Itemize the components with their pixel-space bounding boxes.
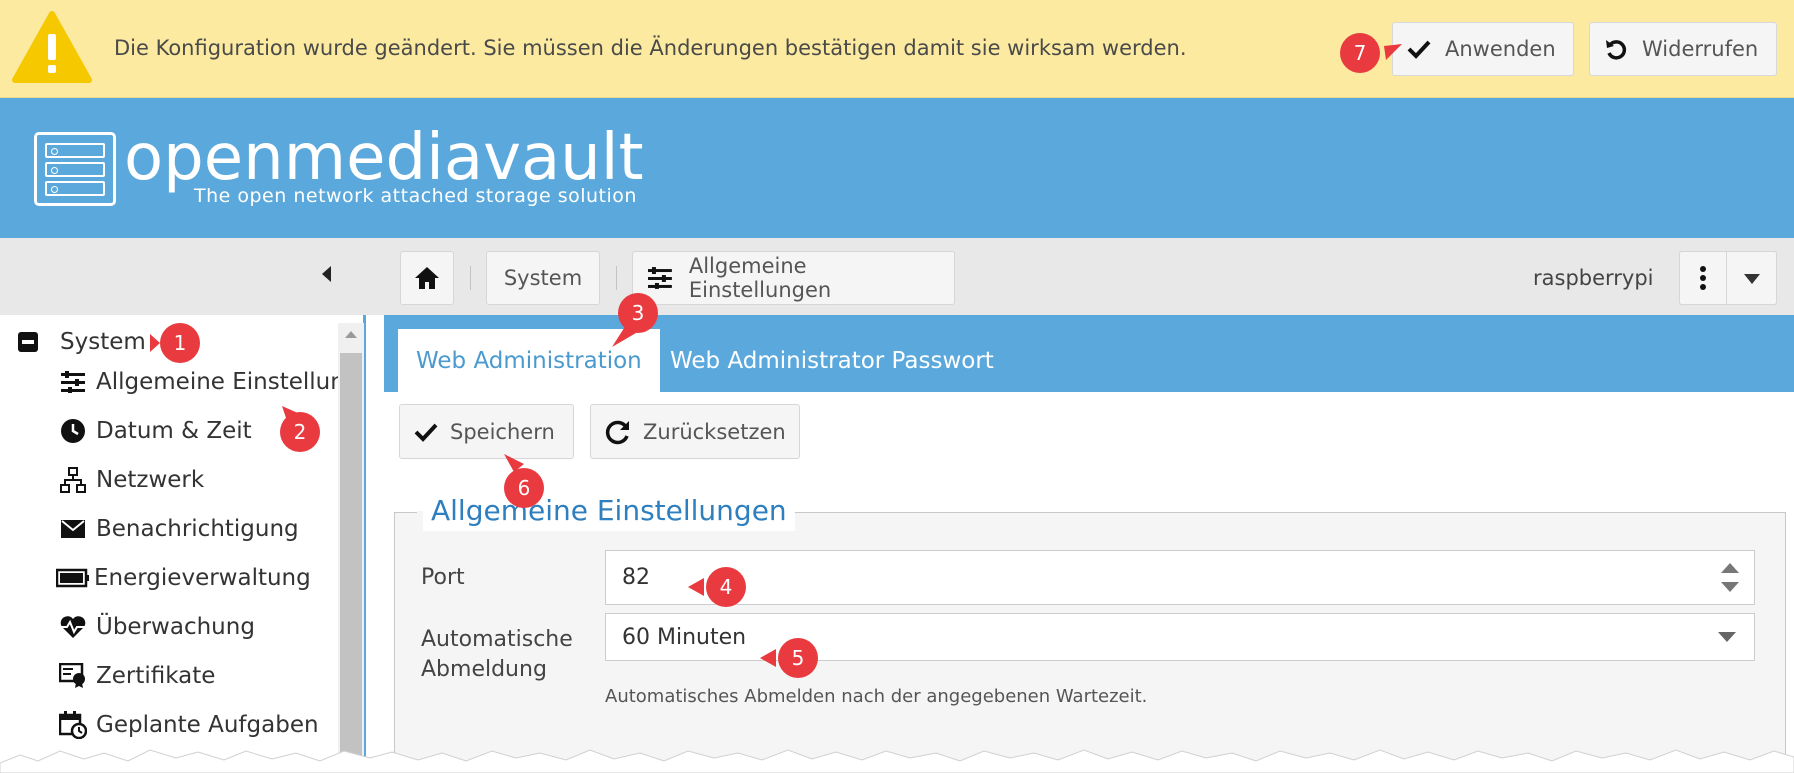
sidebar-item-label: Überwachung: [96, 614, 255, 640]
sidebar-item-power[interactable]: Energieverwaltung: [56, 563, 311, 593]
breadcrumb-settings-label: Allgemeine Einstellungen: [688, 254, 832, 302]
sidebar-item-label: Allgemeine Einstellung: [96, 369, 360, 395]
port-label: Port: [421, 565, 465, 590]
sidebar-item-label: Geplante Aufgaben: [96, 712, 319, 738]
sidebar-root-label: System: [60, 329, 146, 355]
save-label: Speichern: [450, 419, 555, 444]
annotation-marker-7: 7: [1336, 30, 1402, 76]
breadcrumb-separator: [616, 266, 617, 290]
scroll-thumb[interactable]: [340, 353, 362, 773]
logo-title: openmediavault: [124, 121, 644, 195]
tab-bar: Web Administration Web Administrator Pas…: [384, 315, 1794, 392]
sidebar-item-monitoring[interactable]: Überwachung: [58, 612, 255, 642]
sidebar-item-system[interactable]: System: [18, 329, 146, 355]
home-button[interactable]: [400, 251, 454, 305]
sidebar-item-general-settings[interactable]: Allgemeine Einstellung: [58, 367, 359, 397]
annotation-marker-5: 5: [760, 635, 818, 681]
config-changed-banner: Die Konfiguration wurde geändert. Sie mü…: [0, 0, 1794, 98]
tab-web-admin-password[interactable]: Web Administrator Passwort: [652, 329, 1012, 392]
port-value: 82: [622, 565, 650, 590]
sidebar-item-certificates[interactable]: Zertifikate: [58, 661, 215, 691]
scroll-up-icon[interactable]: [345, 331, 357, 338]
sliders-icon: [647, 267, 672, 289]
breadcrumb-system[interactable]: System: [486, 251, 600, 305]
collapse-sidebar-icon[interactable]: [320, 265, 334, 283]
logo-subtitle: The open network attached storage soluti…: [194, 185, 637, 207]
hostname: raspberrypi: [1533, 266, 1654, 290]
sidebar-item-label: Energieverwaltung: [94, 565, 311, 591]
home-icon: [415, 267, 439, 289]
network-icon: [58, 465, 88, 495]
battery-icon: [56, 563, 90, 593]
breadcrumb-separator: [470, 266, 471, 290]
sidebar-item-label: Zertifikate: [96, 663, 216, 689]
sliders-icon: [58, 367, 88, 397]
main-content: Speichern Zurücksetzen Allgemeine Einste…: [384, 392, 1794, 773]
sidebar-item-label: Benachrichtigung: [96, 516, 299, 542]
certificate-icon: [58, 661, 88, 691]
apply-button[interactable]: Anwenden: [1392, 22, 1574, 76]
reset-label: Zurücksetzen: [643, 419, 786, 444]
torn-edge: [0, 749, 1794, 773]
collapse-node-icon[interactable]: [18, 332, 38, 352]
calendar-clock-icon: [58, 710, 88, 740]
fieldset-legend: Allgemeine Einstellungen: [423, 491, 795, 531]
heart-pulse-icon: [58, 612, 88, 642]
warning-icon: [12, 11, 92, 83]
logo-icon: [34, 132, 116, 206]
chevron-down-icon[interactable]: [1718, 632, 1736, 642]
sidebar-item-notification[interactable]: Benachrichtigung: [58, 514, 299, 544]
sidebar-scrollbar[interactable]: [338, 323, 364, 773]
logout-value: 60 Minuten: [622, 624, 747, 650]
check-icon: [414, 423, 438, 442]
mail-icon: [58, 514, 88, 544]
annotation-marker-2: 2: [278, 406, 334, 452]
more-vertical-icon[interactable]: [1699, 266, 1707, 290]
user-menu-button[interactable]: [1679, 251, 1777, 305]
reset-button[interactable]: Zurücksetzen: [590, 404, 800, 459]
breadcrumb-settings[interactable]: Allgemeine Einstellungen: [632, 251, 955, 305]
logout-label: Automatische Abmeldung: [421, 627, 573, 682]
banner-message: Die Konfiguration wurde geändert. Sie mü…: [114, 36, 1187, 60]
save-button[interactable]: Speichern: [399, 404, 574, 459]
chevron-down-icon[interactable]: [1743, 273, 1761, 285]
app-header: openmediavault The open network attached…: [0, 98, 1794, 238]
check-icon: [1407, 40, 1431, 59]
logout-hint: Automatisches Abmelden nach der angegebe…: [605, 686, 1148, 707]
sidebar-item-network[interactable]: Netzwerk: [58, 465, 204, 495]
apply-label: Anwenden: [1445, 37, 1556, 61]
clock-icon: [58, 416, 88, 446]
annotation-marker-4: 4: [688, 564, 746, 610]
refresh-icon: [605, 420, 629, 444]
annotation-marker-6: 6: [500, 454, 556, 508]
breadcrumb-toolbar: System Allgemeine Einstellungen raspberr…: [0, 238, 1794, 315]
revert-button[interactable]: Widerrufen: [1589, 22, 1777, 76]
revert-label: Widerrufen: [1642, 37, 1759, 61]
general-settings-fieldset: Allgemeine Einstellungen Port 82 Automat…: [394, 491, 1786, 773]
sidebar-item-date-time[interactable]: Datum & Zeit: [58, 416, 252, 446]
sidebar-nav: System Allgemeine Einstellung Datum & Ze…: [0, 315, 366, 773]
number-spinner-icon[interactable]: [1720, 561, 1740, 595]
sidebar-item-label: Datum & Zeit: [96, 418, 252, 444]
annotation-marker-3: 3: [612, 291, 668, 347]
port-input[interactable]: 82: [605, 550, 1755, 605]
undo-icon: [1606, 40, 1627, 60]
sidebar-item-label: Netzwerk: [96, 467, 205, 493]
annotation-marker-1: 1: [150, 320, 206, 366]
sidebar-item-scheduled-tasks[interactable]: Geplante Aufgaben: [58, 710, 319, 740]
